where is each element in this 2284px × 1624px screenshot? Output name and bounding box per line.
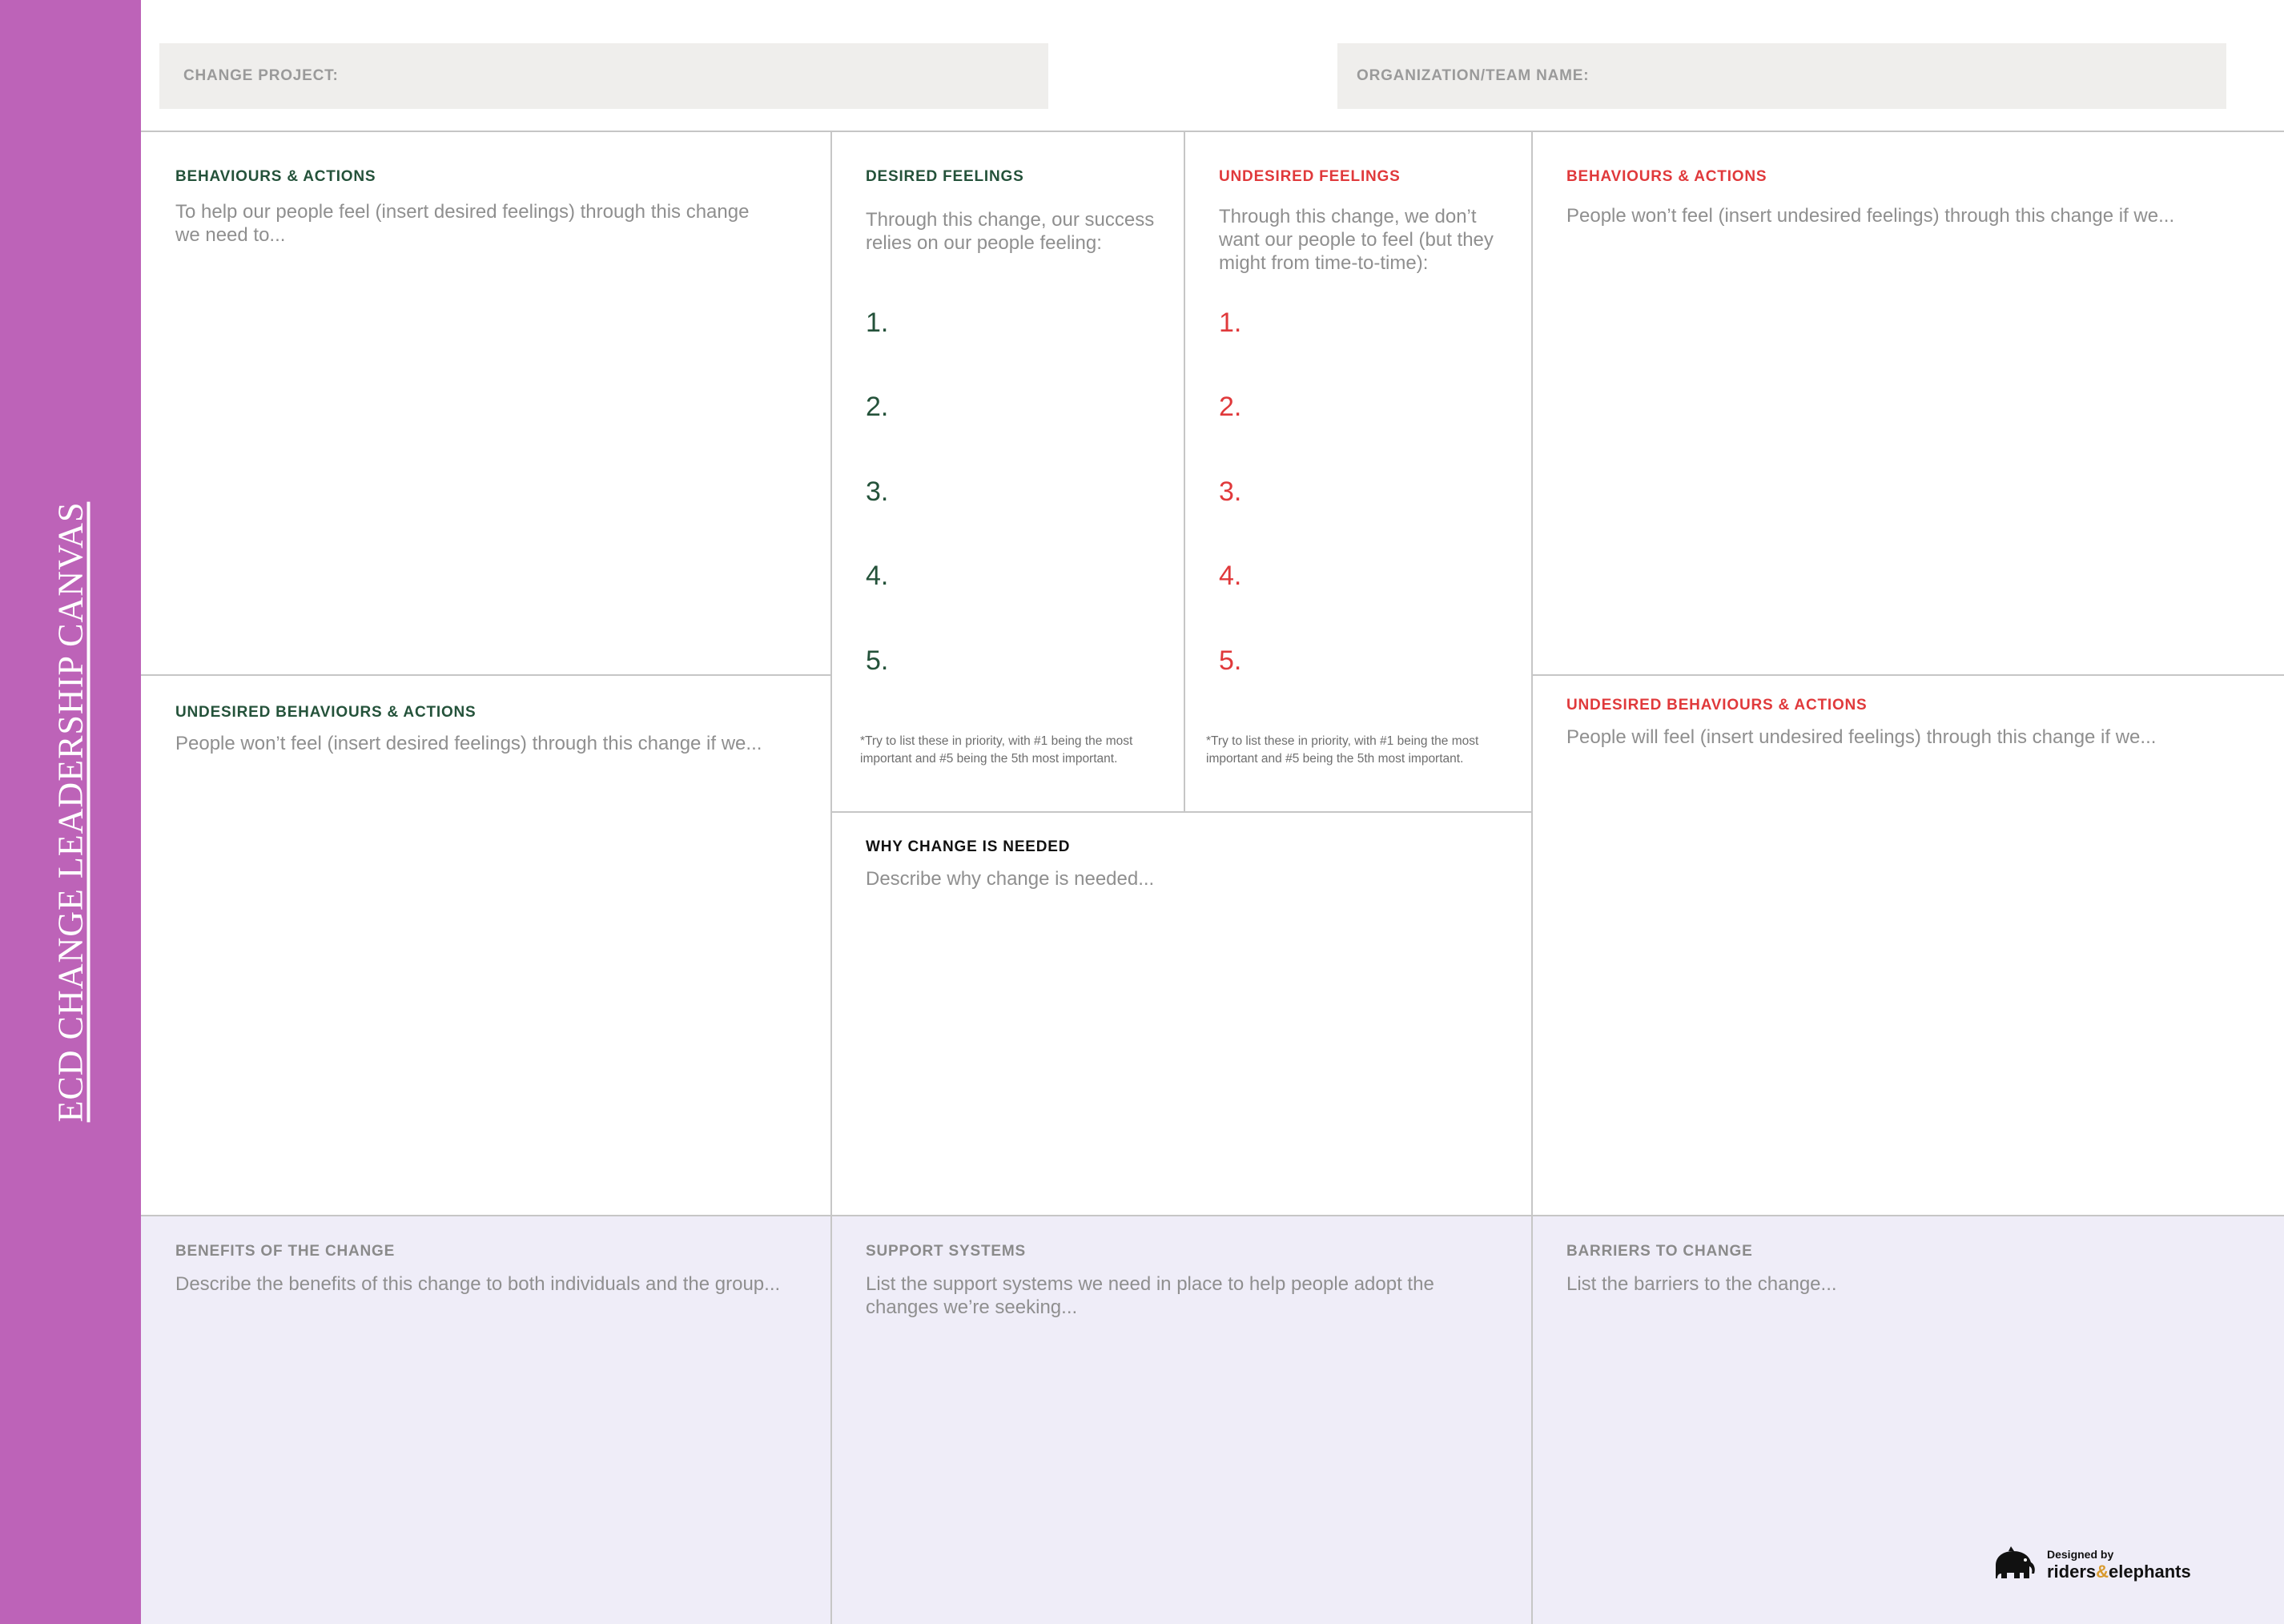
- brand-part1: riders: [2047, 1561, 2097, 1582]
- barriers-heading: BARRIERS TO CHANGE: [1566, 1243, 1753, 1260]
- change-project-field[interactable]: CHANGE PROJECT:: [159, 43, 1048, 109]
- benefits-heading: BENEFITS OF THE CHANGE: [175, 1243, 396, 1260]
- support-systems-heading: SUPPORT SYSTEMS: [866, 1243, 1026, 1260]
- grid-line-top: [141, 131, 2284, 132]
- desired-feeling-number[interactable]: 5.: [866, 645, 888, 677]
- undesired-feelings-heading: UNDESIRED FEELINGS: [1219, 168, 1401, 185]
- logo-text: Designed by riders&elephants: [2047, 1548, 2191, 1582]
- elephant-icon: [1996, 1546, 2035, 1578]
- undesired-feeling-number[interactable]: 3.: [1219, 476, 1241, 508]
- change-project-label: CHANGE PROJECT:: [183, 67, 339, 84]
- desired-feeling-number[interactable]: 2.: [866, 392, 888, 423]
- grid-line-col1: [830, 131, 832, 1624]
- brand-amp: &: [2096, 1561, 2109, 1582]
- brand-name: riders&elephants: [2047, 1562, 2191, 1582]
- support-systems-description[interactable]: List the support systems we need in plac…: [866, 1272, 1490, 1319]
- sidebar: ECD CHANGE LEADERSHIP CANVAS: [0, 0, 141, 1624]
- undesired-feeling-number[interactable]: 5.: [1219, 645, 1241, 677]
- desired-feelings-description: Through this change, our success relies …: [866, 209, 1155, 254]
- undesired-feeling-number[interactable]: 2.: [1219, 392, 1241, 423]
- grid-line-col3: [1531, 131, 1533, 1624]
- grid-line-center-mid: [831, 811, 1532, 813]
- desired-feelings-heading: DESIRED FEELINGS: [866, 168, 1024, 185]
- undesired-feelings-note: *Try to list these in priority, with #1 …: [1206, 734, 1479, 766]
- desired-feeling-number[interactable]: 1.: [866, 308, 888, 339]
- undesired-behaviours-right-heading: UNDESIRED BEHAVIOURS & ACTIONS: [1566, 697, 1868, 714]
- undesired-behaviours-right-description[interactable]: People will feel (insert undesired feeli…: [1566, 726, 2255, 749]
- brand-part2: elephants: [2109, 1561, 2191, 1582]
- barriers-description[interactable]: List the barriers to the change...: [1566, 1272, 2255, 1296]
- behaviours-actions-description[interactable]: To help our people feel (insert desired …: [175, 200, 752, 247]
- behaviours-actions-heading: BEHAVIOURS & ACTIONS: [175, 168, 376, 185]
- undesired-feelings-description: Through this change, we don’t want our p…: [1219, 206, 1494, 274]
- behaviours-actions-right-description[interactable]: People won’t feel (insert undesired feel…: [1566, 204, 2255, 227]
- desired-feeling-number[interactable]: 4.: [866, 561, 888, 592]
- why-change-heading: WHY CHANGE IS NEEDED: [866, 838, 1071, 855]
- grid-line-left-mid: [141, 674, 831, 676]
- organization-field[interactable]: ORGANIZATION/TEAM NAME:: [1337, 43, 2226, 109]
- desired-feelings-note: *Try to list these in priority, with #1 …: [860, 734, 1133, 766]
- grid-line-col2: [1184, 131, 1185, 812]
- desired-feeling-number[interactable]: 3.: [866, 476, 888, 508]
- behaviours-actions-right-heading: BEHAVIOURS & ACTIONS: [1566, 168, 1767, 185]
- grid-line-bottom: [141, 1215, 2284, 1216]
- designed-by-label: Designed by: [2047, 1547, 2114, 1561]
- grid-line-right-mid: [1532, 674, 2284, 676]
- organization-label: ORGANIZATION/TEAM NAME:: [1357, 67, 1590, 84]
- why-change-description[interactable]: Describe why change is needed...: [866, 867, 1490, 890]
- undesired-behaviours-left-heading: UNDESIRED BEHAVIOURS & ACTIONS: [175, 704, 477, 721]
- undesired-feeling-number[interactable]: 1.: [1219, 308, 1241, 339]
- benefits-description[interactable]: Describe the benefits of this change to …: [175, 1272, 808, 1296]
- canvas-title: ECD CHANGE LEADERSHIP CANVAS: [50, 501, 90, 1123]
- riders-elephants-logo: Designed by riders&elephants: [1989, 1546, 2191, 1584]
- undesired-feeling-number[interactable]: 4.: [1219, 561, 1241, 592]
- undesired-behaviours-left-description[interactable]: People won’t feel (insert desired feelin…: [175, 732, 800, 755]
